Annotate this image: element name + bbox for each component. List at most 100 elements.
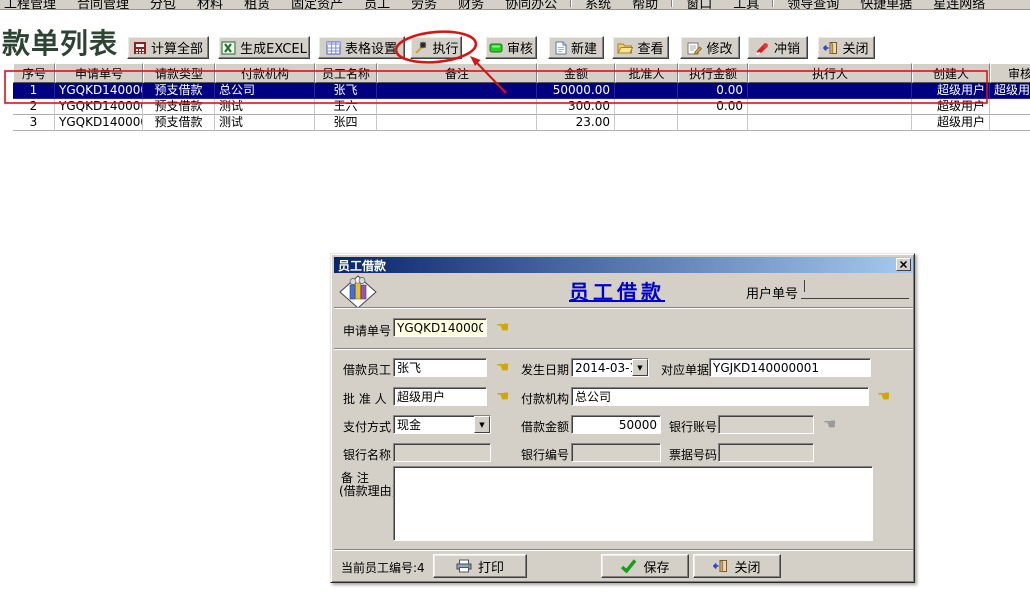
lookup-hand-icon[interactable]: ☚: [496, 389, 509, 404]
print-button[interactable]: 打印: [433, 554, 527, 578]
page-title: 款单列表: [2, 22, 118, 62]
bank-account-input: [718, 415, 814, 434]
cell-executor: [748, 83, 912, 99]
save-check-icon: [620, 559, 637, 573]
cell-amount: 50000.00: [537, 83, 615, 99]
ref-no-label: 对应单据: [661, 361, 709, 378]
close-x-icon: [900, 261, 907, 268]
lookup-hand-icon[interactable]: ☚: [496, 320, 509, 335]
menu-item[interactable]: 星连网络: [933, 0, 985, 10]
cell-seq: 3: [13, 115, 55, 131]
column-header[interactable]: 金额: [537, 63, 615, 83]
dialog-close-button[interactable]: [896, 258, 911, 271]
menu-item[interactable]: 分包: [150, 0, 176, 10]
menu-separator: [570, 0, 572, 7]
menu-item[interactable]: 合同管理: [77, 0, 129, 10]
cell-employee: 张四: [315, 115, 377, 131]
writeoff-button[interactable]: 冲销: [747, 36, 808, 59]
menu-item[interactable]: 帮助: [632, 0, 658, 10]
column-header[interactable]: 审核: [990, 63, 1030, 83]
cell-memo: [377, 83, 537, 99]
table-row[interactable]: 3 YGQKD140000001 预支借款 测试 张四 23.00 超级用户: [13, 115, 1030, 131]
date-value: 2014-03-10: [572, 361, 632, 375]
pay-org-label: 付款机构: [521, 390, 569, 407]
pay-org-input[interactable]: [571, 387, 869, 406]
cell-apply-no: YGQKD140000003: [55, 83, 143, 99]
menu-item[interactable]: 材料: [197, 0, 223, 10]
column-header[interactable]: 请款类型: [143, 63, 215, 83]
borrower-input[interactable]: [393, 358, 487, 377]
modify-button[interactable]: 修改: [680, 36, 740, 59]
menu-item[interactable]: 协同办公: [505, 0, 557, 10]
menu-item[interactable]: 员工: [364, 0, 390, 10]
cell-memo: [377, 115, 537, 131]
approver-input[interactable]: [393, 387, 487, 406]
menu-item[interactable]: 工程管理: [4, 0, 56, 10]
column-header[interactable]: 创建人: [912, 63, 990, 83]
table-row[interactable]: 2 YGQKD140000002 预支借款 测试 王六 300.00 0.00 …: [13, 99, 1030, 115]
dialog-titlebar[interactable]: 员工借款: [334, 257, 913, 273]
pay-method-combo[interactable]: 现金 ▼: [393, 415, 491, 434]
calc-all-button[interactable]: 计算全部: [127, 36, 209, 59]
column-header[interactable]: 申请单号: [55, 63, 143, 83]
new-button[interactable]: 新建: [548, 36, 604, 59]
execute-button[interactable]: 执行: [410, 36, 462, 59]
cell-auditor: [990, 99, 1030, 115]
cell-exec-amount: 0.00: [678, 99, 748, 115]
cell-exec-amount: [678, 115, 748, 131]
table-settings-button[interactable]: 表格设置: [318, 36, 405, 59]
cell-type: 预支借款: [143, 83, 215, 99]
column-header[interactable]: 序号: [13, 63, 55, 83]
dropdown-arrow-icon[interactable]: ▼: [632, 359, 648, 376]
menu-item[interactable]: 劳务: [411, 0, 437, 10]
column-header[interactable]: 员工名称: [315, 63, 377, 83]
ref-no-input[interactable]: [709, 358, 871, 377]
column-header[interactable]: 批准人: [615, 63, 678, 83]
menu-separator: [772, 0, 774, 7]
user-no-field[interactable]: [801, 284, 909, 299]
view-button[interactable]: 查看: [612, 36, 669, 59]
table-row-selected[interactable]: 1 YGQKD140000003 预支借款 总公司 张飞 50000.00 0.…: [13, 83, 1030, 99]
menu-item[interactable]: 固定资产: [291, 0, 343, 10]
column-header[interactable]: 执行人: [748, 63, 912, 83]
memo-textarea[interactable]: [393, 466, 873, 541]
dialog-heading: 员工借款: [569, 276, 665, 305]
date-combo[interactable]: 2014-03-10 ▼: [571, 358, 649, 377]
amount-input[interactable]: [571, 415, 661, 434]
menu-item[interactable]: 窗口: [686, 0, 712, 10]
menu-item[interactable]: 租赁: [244, 0, 270, 10]
audit-button[interactable]: 审核: [485, 36, 537, 59]
export-excel-button[interactable]: 生成EXCEL: [218, 36, 310, 59]
column-header[interactable]: 付款机构: [215, 63, 315, 83]
cell-apply-no: YGQKD140000001: [55, 115, 143, 131]
close-button[interactable]: 关闭: [817, 36, 875, 59]
menu-item[interactable]: 工具: [733, 0, 759, 10]
lookup-hand-icon[interactable]: ☚: [496, 360, 509, 375]
button-label: 打印: [478, 557, 504, 576]
screen: { "menu": { "items": ["工程管理","合同管理","分包"…: [0, 0, 1030, 600]
column-header[interactable]: 执行金额: [678, 63, 748, 83]
column-header[interactable]: 备注: [377, 63, 537, 83]
section-divider: [334, 348, 913, 350]
dialog-close-footer-button[interactable]: 关闭: [693, 554, 781, 578]
apply-no-input[interactable]: [393, 318, 487, 337]
cell-type: 预支借款: [143, 99, 215, 115]
bank-account-label: 银行账号: [669, 418, 717, 435]
button-label: 查看: [637, 38, 663, 57]
cell-type: 预支借款: [143, 115, 215, 131]
menu-bar: 工程管理 合同管理 分包 材料 租赁 固定资产 员工 劳务 财务 协同办公 系统…: [0, 0, 1030, 10]
header-divider: [334, 307, 913, 309]
audit-icon: [489, 42, 503, 54]
menu-item[interactable]: 领导查询: [787, 0, 839, 10]
lookup-hand-icon[interactable]: ☚: [877, 389, 890, 404]
open-folder-icon: [617, 41, 633, 54]
bank-no-label: 银行编号: [521, 446, 569, 463]
cell-org: 总公司: [215, 83, 315, 99]
dropdown-arrow-icon[interactable]: ▼: [474, 416, 490, 433]
bank-name-input: [393, 443, 491, 462]
menu-item[interactable]: 财务: [458, 0, 484, 10]
save-button[interactable]: 保存: [601, 554, 689, 578]
cell-approver: [615, 99, 678, 115]
menu-item[interactable]: 系统: [585, 0, 611, 10]
menu-item[interactable]: 快捷单据: [860, 0, 912, 10]
